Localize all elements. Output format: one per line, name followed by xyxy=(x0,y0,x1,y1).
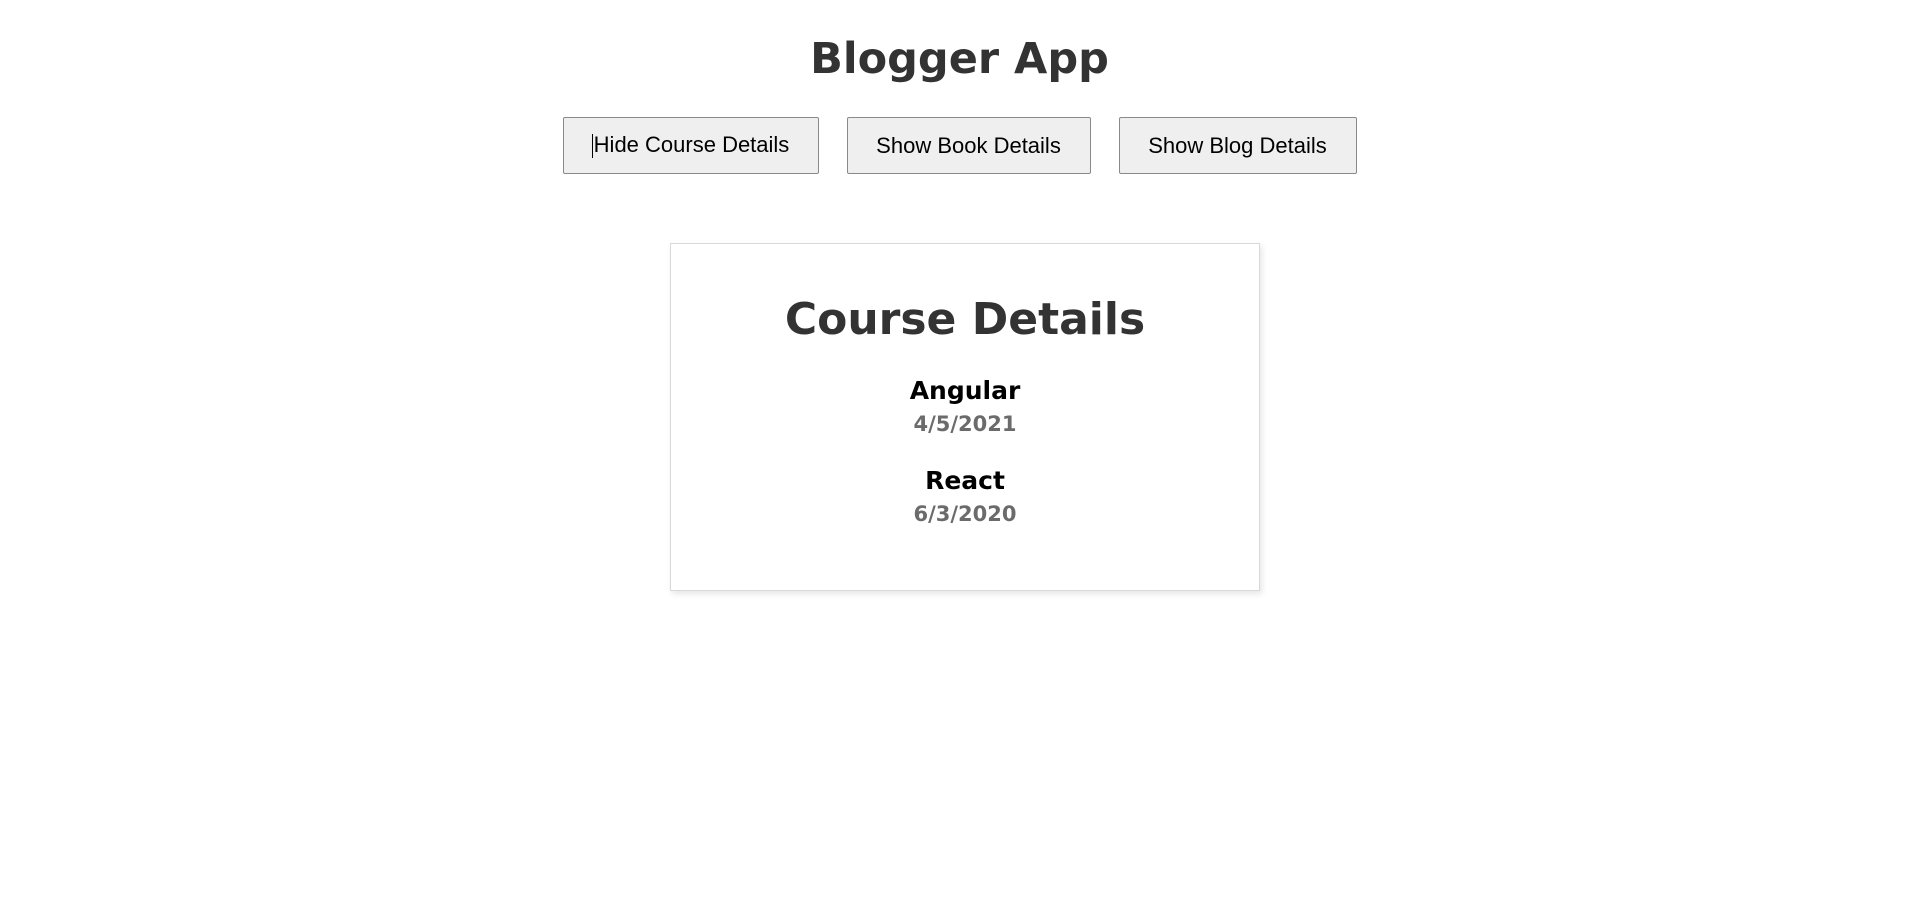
show-book-details-label: Show Book Details xyxy=(876,132,1061,158)
course-date: 6/3/2020 xyxy=(913,502,1017,526)
course-name: React xyxy=(925,466,1005,495)
text-caret xyxy=(591,133,593,158)
course-details-title: Course Details xyxy=(784,294,1146,345)
course-date: 4/5/2021 xyxy=(913,412,1017,436)
list-item: React 6/3/2020 xyxy=(671,464,1259,530)
app-title: Blogger App xyxy=(810,34,1109,84)
hide-course-details-label: Hide Course Details xyxy=(593,132,790,158)
course-list: Angular 4/5/2021 React 6/3/2020 xyxy=(671,374,1259,530)
list-item: Angular 4/5/2021 xyxy=(671,374,1259,440)
show-blog-details-button[interactable]: Show Blog Details xyxy=(1118,117,1357,174)
toolbar: Hide Course Details Show Book Details Sh… xyxy=(0,117,1919,174)
hide-course-details-button[interactable]: Hide Course Details xyxy=(562,117,819,174)
show-blog-details-label: Show Blog Details xyxy=(1148,132,1327,158)
show-book-details-button[interactable]: Show Book Details xyxy=(846,117,1091,174)
course-details-card: Course Details Angular 4/5/2021 React 6/… xyxy=(670,243,1260,591)
page: Blogger App Hide Course Details Show Boo… xyxy=(0,0,1919,910)
course-name: Angular xyxy=(909,376,1021,405)
